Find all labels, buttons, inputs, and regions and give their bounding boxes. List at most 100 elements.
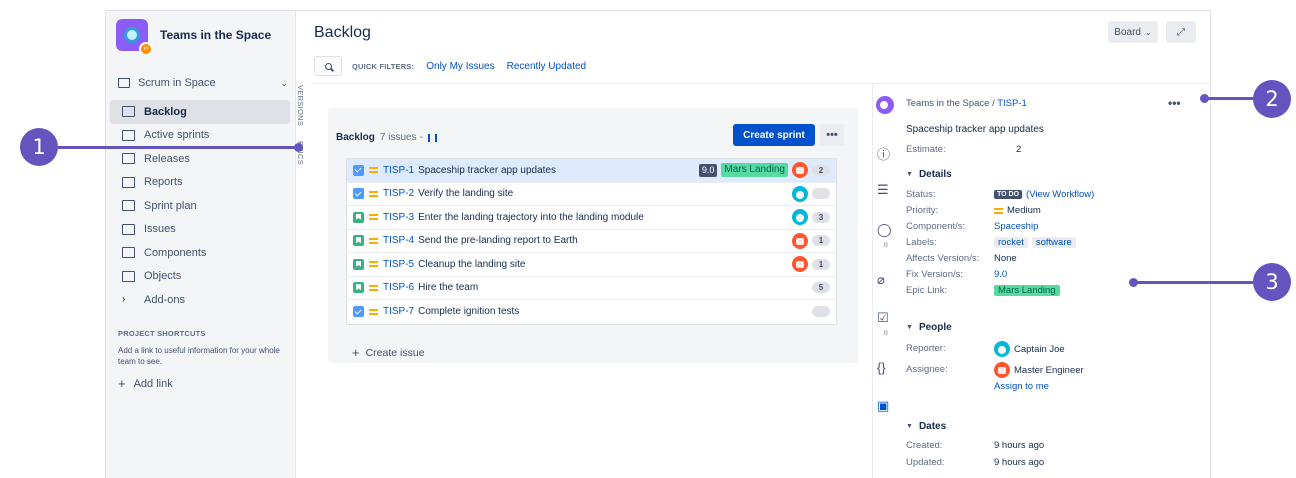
issue-key[interactable]: TISP-2 xyxy=(383,188,414,199)
issue-summary: Verify the landing site xyxy=(418,188,514,200)
info-icon[interactable]: ⓘ xyxy=(877,144,890,163)
people-section-toggle[interactable]: ▼ People xyxy=(906,322,952,333)
sidebar-item-objects[interactable]: Objects xyxy=(110,265,290,289)
details-section-toggle[interactable]: ▼ Details xyxy=(906,169,952,180)
priority-medium-icon xyxy=(369,284,378,291)
board-icon xyxy=(118,78,130,88)
code-icon[interactable]: {} xyxy=(877,360,886,375)
dates-section-toggle[interactable]: ▼ Dates xyxy=(906,421,946,432)
section-heading: Dates xyxy=(918,421,947,432)
board-icon xyxy=(122,129,135,141)
callout-line xyxy=(58,146,298,149)
assign-to-me-link[interactable]: Assign to me xyxy=(994,381,1049,392)
created-value: 9 hours ago xyxy=(994,440,1045,451)
story-type-icon xyxy=(353,258,364,270)
attachment-icon[interactable]: ⌀ xyxy=(877,272,885,288)
expand-button[interactable]: ⤢ xyxy=(1166,21,1196,43)
sidebar-nav: Backlog Active sprints Releases Reports … xyxy=(106,100,296,312)
view-workflow-link[interactable]: (View Workflow) xyxy=(1026,189,1094,200)
filter-recently-updated[interactable]: Recently Updated xyxy=(507,61,587,72)
updated-value: 9 hours ago xyxy=(994,457,1045,468)
puzzle-icon xyxy=(122,247,135,259)
issue-count: 7 issues xyxy=(379,132,417,143)
checklist-icon[interactable]: ☑ xyxy=(877,310,889,326)
description-icon[interactable]: ☰ xyxy=(877,182,889,198)
affects-version-value[interactable]: None xyxy=(994,253,1017,264)
section-heading: Details xyxy=(918,169,952,180)
list-item[interactable]: TISP-2 Verify the landing site xyxy=(347,183,836,206)
chevron-down-icon: ▼ xyxy=(906,324,913,331)
issue-key[interactable]: TISP-7 xyxy=(383,306,414,317)
project-header[interactable]: ‹› Teams in the Space xyxy=(116,19,271,56)
list-item[interactable]: TISP-7 Complete ignition tests xyxy=(347,300,836,324)
issue-key[interactable]: TISP-6 xyxy=(383,282,414,293)
tab-versions[interactable]: VERSIONS xyxy=(296,85,305,126)
comment-icon[interactable]: ◯ xyxy=(877,222,892,238)
expand-icon: ⤢ xyxy=(1177,26,1185,38)
create-issue-button[interactable]: + Create issue xyxy=(352,345,425,360)
backlog-icon xyxy=(122,106,135,118)
priority-medium-icon xyxy=(369,261,378,268)
issue-key[interactable]: TISP-4 xyxy=(383,235,414,246)
field-label: Updated: xyxy=(906,457,945,468)
addon-icon[interactable]: ▣ xyxy=(877,398,889,414)
checklist-count: 0 xyxy=(884,330,888,337)
list-item[interactable]: TISP-4 Send the pre-landing report to Ea… xyxy=(347,230,836,253)
sidebar-item-label: Sprint plan xyxy=(144,199,197,212)
create-sprint-button[interactable]: Create sprint xyxy=(733,124,815,146)
board-selector[interactable]: Scrum in Space ⌄ xyxy=(118,77,288,89)
story-points-badge: 5 xyxy=(812,282,830,294)
sidebar-item-issues[interactable]: Issues xyxy=(110,218,290,242)
list-item[interactable]: TISP-6 Hire the team 5 xyxy=(347,277,836,300)
sidebar-item-reports[interactable]: Reports xyxy=(110,171,290,195)
page-title: Backlog xyxy=(314,24,371,41)
component-value[interactable]: Spaceship xyxy=(994,221,1038,232)
project-avatar xyxy=(876,96,894,114)
avatar xyxy=(994,341,1010,357)
list-item[interactable]: TISP-3 Enter the landing trajectory into… xyxy=(347,206,836,230)
add-link-button[interactable]: + Add link xyxy=(118,376,173,391)
sidebar-item-sprint-plan[interactable]: Sprint plan xyxy=(110,194,290,218)
field-label: Assignee: xyxy=(906,364,948,375)
label-tag[interactable]: rocket xyxy=(994,237,1028,248)
more-actions-icon[interactable]: ••• xyxy=(1168,96,1181,110)
sidebar-item-add-ons[interactable]: › Add-ons xyxy=(110,288,290,312)
issue-key[interactable]: TISP-1 xyxy=(383,165,414,176)
epic-label[interactable]: Mars Landing xyxy=(721,163,788,178)
label-tag[interactable]: software xyxy=(1031,237,1076,248)
epic-label[interactable]: Mars Landing xyxy=(994,285,1060,296)
vertical-tabs: VERSIONS EPICS xyxy=(296,81,310,478)
callout-line xyxy=(1134,281,1254,284)
avatar xyxy=(792,185,808,202)
sidebar-item-components[interactable]: Components xyxy=(110,241,290,265)
more-actions-button[interactable]: ••• xyxy=(820,124,844,146)
list-item[interactable]: TISP-1 Spaceship tracker app updates 9.0… xyxy=(347,159,836,183)
sidebar-item-backlog[interactable]: Backlog xyxy=(110,100,290,124)
reporter-value[interactable]: Captain Joe xyxy=(1014,344,1065,355)
create-issue-label: Create issue xyxy=(365,346,425,359)
issue-summary: Cleanup the landing site xyxy=(418,258,526,270)
chevron-down-icon: ▼ xyxy=(906,171,913,178)
sidebar-item-label: Releases xyxy=(144,152,190,165)
sidebar-item-label: Reports xyxy=(144,176,183,189)
breadcrumb-project[interactable]: Teams in the Space xyxy=(906,98,989,109)
project-shortcuts-heading: PROJECT SHORTCUTS xyxy=(118,329,206,338)
board-button[interactable]: Board ⌄ xyxy=(1108,21,1158,43)
avatar xyxy=(792,162,808,179)
fix-version-value[interactable]: 9.0 xyxy=(994,269,1007,280)
estimate-value[interactable]: 2 xyxy=(1016,144,1021,155)
story-points-badge: 2 xyxy=(812,164,830,176)
story-points-badge xyxy=(812,306,830,318)
status-badge[interactable]: TO DO xyxy=(994,190,1023,199)
sidebar-item-active-sprints[interactable]: Active sprints xyxy=(110,124,290,148)
list-item[interactable]: TISP-5 Cleanup the landing site 1 xyxy=(347,253,836,277)
issue-key[interactable]: TISP-3 xyxy=(383,212,414,223)
assignee-value[interactable]: Master Engineer xyxy=(1014,365,1084,376)
search-button[interactable] xyxy=(314,56,342,76)
breadcrumb-issue-key[interactable]: TISP-1 xyxy=(997,98,1027,109)
filter-only-my-issues[interactable]: Only My Issues xyxy=(426,61,494,72)
priority-value[interactable]: Medium xyxy=(1007,205,1041,216)
sidebar-item-releases[interactable]: Releases xyxy=(110,147,290,171)
issue-key[interactable]: TISP-5 xyxy=(383,259,414,270)
board-button-label: Board xyxy=(1114,26,1141,38)
